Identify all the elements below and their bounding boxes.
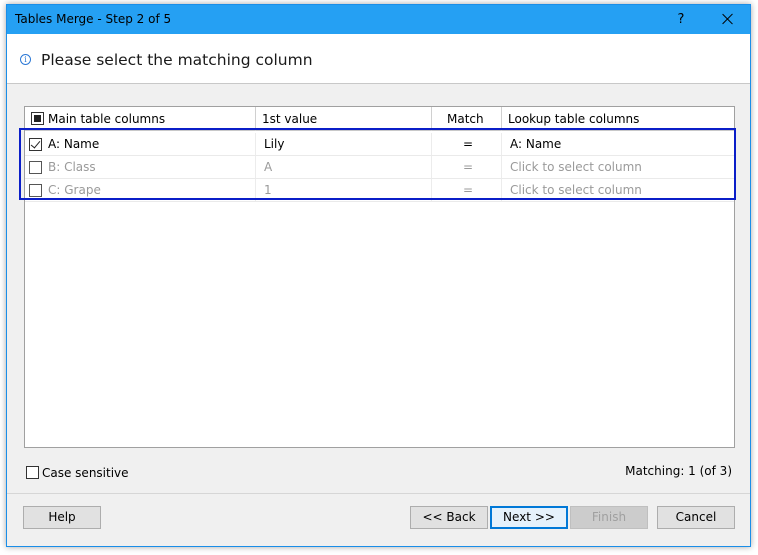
matching-columns-grid: Main table columns 1st value Match Looku… bbox=[24, 106, 735, 448]
close-icon bbox=[722, 13, 734, 25]
cell-divider bbox=[431, 179, 432, 201]
row-checkbox[interactable] bbox=[29, 138, 42, 151]
lookup-column-cell[interactable]: A: Name bbox=[510, 137, 561, 151]
first-value-cell: 1 bbox=[264, 183, 272, 197]
matching-count: Matching: 1 (of 3) bbox=[625, 464, 732, 478]
lookup-column-cell[interactable]: Click to select column bbox=[510, 160, 642, 174]
cell-divider bbox=[431, 133, 432, 155]
match-cell: = bbox=[463, 137, 474, 151]
step-heading: Please select the matching column bbox=[41, 51, 313, 69]
column-divider[interactable] bbox=[431, 107, 432, 131]
match-cell: = bbox=[463, 183, 474, 197]
row-checkbox[interactable] bbox=[29, 184, 42, 197]
help-button[interactable]: Help bbox=[23, 506, 101, 529]
case-sensitive-checkbox[interactable] bbox=[26, 466, 39, 479]
back-button[interactable]: << Back bbox=[410, 506, 488, 529]
cell-divider bbox=[431, 156, 432, 178]
case-sensitive-label[interactable]: Case sensitive bbox=[42, 466, 129, 480]
info-icon: i bbox=[20, 54, 31, 65]
column-header-lookup[interactable]: Lookup table columns bbox=[508, 112, 639, 126]
row-checkbox[interactable] bbox=[29, 161, 42, 174]
column-header-main[interactable]: Main table columns bbox=[48, 112, 165, 126]
grid-header: Main table columns 1st value Match Looku… bbox=[25, 107, 734, 131]
cell-divider bbox=[501, 156, 502, 178]
match-cell: = bbox=[463, 160, 474, 174]
main-column-cell: C: Grape bbox=[48, 183, 101, 197]
cell-divider bbox=[255, 133, 256, 155]
next-button[interactable]: Next >> bbox=[490, 506, 568, 529]
column-divider[interactable] bbox=[255, 107, 256, 131]
title-bar: Tables Merge - Step 2 of 5 ? bbox=[7, 5, 750, 34]
help-question-button[interactable]: ? bbox=[659, 5, 703, 34]
cell-divider bbox=[501, 179, 502, 201]
first-value-cell: Lily bbox=[264, 137, 285, 151]
table-row[interactable]: B: Class A = Click to select column bbox=[25, 156, 734, 179]
column-header-first-value[interactable]: 1st value bbox=[262, 112, 317, 126]
main-column-cell: B: Class bbox=[48, 160, 96, 174]
column-header-match[interactable]: Match bbox=[447, 112, 484, 126]
table-row[interactable]: A: Name Lily = A: Name bbox=[25, 133, 734, 156]
main-column-cell: A: Name bbox=[48, 137, 100, 151]
first-value-cell: A bbox=[264, 160, 273, 174]
cell-divider bbox=[255, 156, 256, 178]
column-divider[interactable] bbox=[501, 107, 502, 131]
lookup-column-cell[interactable]: Click to select column bbox=[510, 183, 642, 197]
table-row[interactable]: C: Grape 1 = Click to select column bbox=[25, 179, 734, 202]
window-title: Tables Merge - Step 2 of 5 bbox=[15, 12, 172, 26]
step-header: i Please select the matching column bbox=[7, 34, 750, 84]
tables-merge-dialog: Tables Merge - Step 2 of 5 ? i Please se… bbox=[6, 4, 751, 547]
finish-button: Finish bbox=[570, 506, 648, 529]
cancel-button[interactable]: Cancel bbox=[657, 506, 735, 529]
cell-divider bbox=[255, 179, 256, 201]
close-button[interactable] bbox=[706, 5, 750, 34]
select-all-checkbox[interactable] bbox=[31, 112, 44, 125]
button-bar: Help << Back Next >> Finish Cancel bbox=[7, 493, 750, 546]
cell-divider bbox=[501, 133, 502, 155]
